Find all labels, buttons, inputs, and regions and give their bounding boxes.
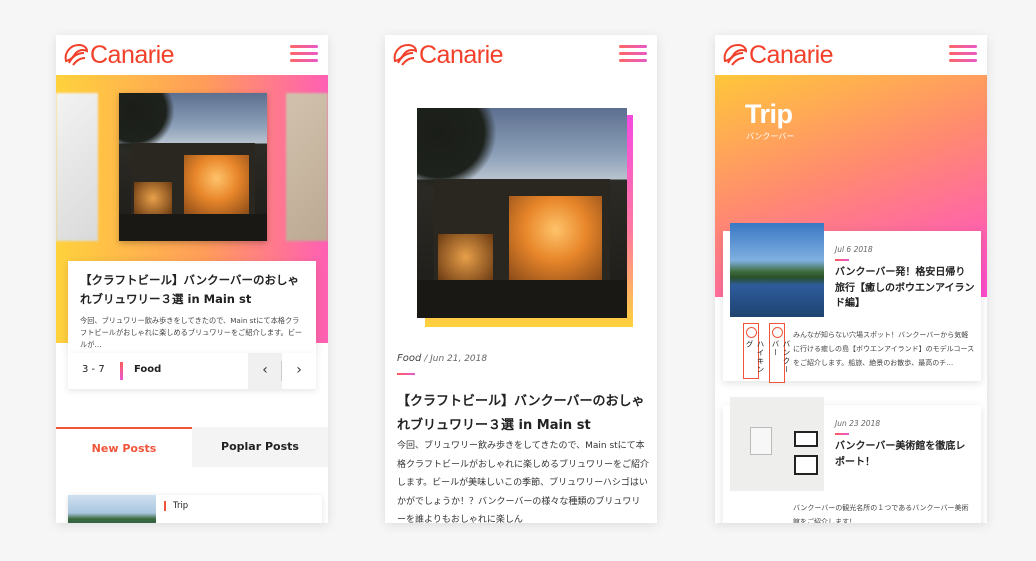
hamburger-menu-icon[interactable] (619, 45, 647, 63)
chevron-right-icon[interactable]: › (282, 353, 316, 389)
accent-dash (835, 259, 849, 261)
brand-name[interactable]: Canarie (90, 39, 175, 71)
article-meta: Food / Jun 21, 2018 (397, 353, 487, 364)
carousel-prev-slide[interactable] (56, 93, 98, 241)
hamburger-menu-icon[interactable] (290, 45, 318, 63)
article-body: 今回、ブリュワリー飲み歩きをしてきたので、Main stにて本格クラフトビールが… (397, 441, 650, 523)
tag-icon (772, 327, 783, 338)
category-title: Trip (745, 99, 793, 129)
article-category[interactable]: Food (397, 353, 421, 364)
tag-icon (746, 327, 757, 338)
post-card[interactable]: Jun 23 2018 バンクーバー美術館を徹底レポート！ バンクーバーの観光名… (723, 397, 981, 523)
pager-count: 3 - 7 (82, 364, 105, 375)
post-thumbnail[interactable] (68, 495, 156, 523)
carousel-next-slide[interactable] (286, 93, 328, 241)
category-subtitle: バンクーバー (746, 132, 795, 141)
article-photo (417, 108, 627, 318)
featured-title[interactable]: 【クラフトビール】バンクーバーのおしゃれブリュワリー３選 in Main st (80, 271, 306, 309)
tag-hiking[interactable]: ハイキング (743, 323, 765, 379)
phone-screen-home: Canarie 【クラフトビール】バンクーバーのおしゃれブリュワリー３選 in … (56, 35, 328, 523)
brand-name[interactable]: Canarie (419, 39, 504, 71)
post-date: Jun 23 2018 (835, 419, 881, 428)
featured-photo[interactable] (119, 93, 267, 241)
header: Canarie (56, 35, 328, 75)
bird-logo-icon[interactable] (389, 39, 419, 69)
chevron-left-icon[interactable]: ‹ (248, 353, 282, 389)
tab-new-posts[interactable]: New Posts (56, 427, 192, 467)
article-title: 【クラフトビール】バンクーバーのおしゃれブリュワリー３選 in Main st (397, 394, 645, 433)
post-tabs: New Posts Poplar Posts (56, 427, 328, 467)
carousel-pager: 3 - 7 Food ‹ › (68, 353, 316, 389)
accent-dash (835, 433, 849, 435)
bird-logo-icon[interactable] (719, 39, 749, 69)
accent-dash (397, 373, 415, 375)
phone-screen-article: Canarie Food / Jun 21, 2018 【クラフトビール】バンク… (385, 35, 657, 523)
featured-card[interactable]: 【クラフトビール】バンクーバーのおしゃれブリュワリー３選 in Main st … (68, 261, 316, 353)
featured-excerpt: 今回、ブリュワリー飲み歩きをしてきたので、Main stにて本格クラフトビールが… (80, 316, 303, 349)
header: Canarie (715, 35, 987, 75)
pager-category[interactable]: Food (134, 364, 161, 375)
post-excerpt: バンクーバーの観光名所の１つであるバンクーバー美術館をご紹介します！ (793, 504, 969, 523)
post-thumbnail[interactable] (730, 397, 824, 491)
post-card[interactable]: Jul 6 2018 バンクーバー発！格安日帰り旅行【癒しのボウエンアイランド編… (723, 223, 981, 383)
post-title[interactable]: バンクーバー美術館を徹底レポート！ (835, 439, 975, 470)
bird-logo-icon[interactable] (60, 39, 90, 69)
hamburger-menu-icon[interactable] (949, 45, 977, 63)
tag-vancouver[interactable]: バンクーバー (769, 323, 791, 383)
article-date: / Jun 21, 2018 (421, 354, 488, 364)
post-category[interactable]: Trip (164, 501, 188, 511)
post-title[interactable]: バンクーバー発！格安日帰り旅行【癒しのボウエンアイランド編】 (835, 265, 975, 312)
post-excerpt: みんなが知らない穴場スポット！バンクーバーから気軽に行ける癒しの島【ボウエンアイ… (793, 331, 975, 367)
post-thumbnail[interactable] (730, 223, 824, 317)
tab-popular-posts[interactable]: Poplar Posts (192, 427, 328, 467)
header: Canarie (385, 35, 657, 75)
phone-screen-category: Canarie Trip バンクーバー Jul 6 2018 バンクーバー発！格… (715, 35, 987, 523)
pager-accent-bar (120, 362, 123, 380)
post-card[interactable]: Trip (68, 495, 322, 523)
brand-name[interactable]: Canarie (749, 39, 834, 71)
post-date: Jul 6 2018 (835, 245, 873, 254)
